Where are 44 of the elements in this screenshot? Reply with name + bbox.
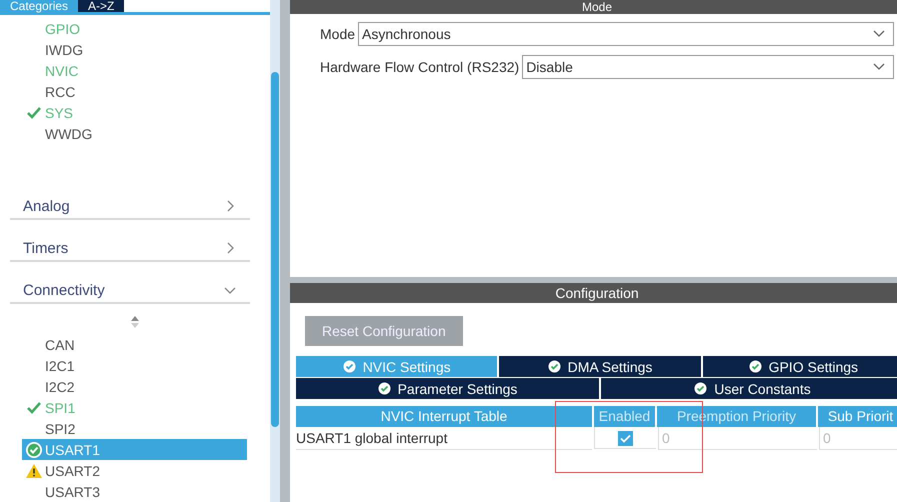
panel-title: Configuration [290,283,897,303]
settings-tab[interactable]: Parameter Settings [296,378,599,399]
peripheral-item[interactable]: I2C2 [22,376,247,398]
column-header: NVIC Interrupt Table [296,406,592,427]
splitter-bar[interactable] [280,0,290,502]
check-circle-icon [378,382,391,395]
check-icon [26,402,40,414]
peripheral-item[interactable]: IWDG [22,39,247,60]
dropdown[interactable]: Asynchronous [358,22,894,46]
settings-tab[interactable]: User Constants [601,378,897,399]
scrollbar-thumb[interactable] [271,72,279,427]
settings-tab[interactable]: GPIO Settings [702,356,897,377]
check-icon [26,106,40,118]
checkbox[interactable] [618,430,633,446]
peripheral-item[interactable]: CAN [22,334,247,356]
category-header[interactable]: Analog [10,194,250,220]
column-header: Sub Priorit [818,406,897,427]
column-header: Enabled [594,406,655,427]
peripheral-item[interactable]: RCC [22,81,247,102]
peripheral-item[interactable]: WWDG [22,123,247,144]
peripheral-item[interactable]: USART3 [22,481,247,502]
check-circle-icon [342,360,356,373]
category-header[interactable]: Timers [10,236,250,262]
field-label: Hardware Flow Control (RS232) [320,59,520,75]
warning-icon [26,464,42,478]
chevron-down-icon [873,63,885,71]
check-circle-icon [24,440,42,459]
sort-icon[interactable] [131,316,139,328]
category-tab[interactable]: A->Z [78,0,124,12]
category-header[interactable]: Connectivity [10,278,250,304]
dropdown[interactable]: Disable [522,55,894,79]
table-cell: 0 [819,427,897,450]
panel-title: Mode [290,0,897,14]
peripheral-item[interactable]: I2C1 [22,355,247,376]
peripheral-item[interactable]: SPI2 [22,418,247,440]
table-cell: USART1 global interrupt [296,427,592,450]
table-cell: 0 [658,427,817,450]
field-label: Mode [320,26,356,42]
peripheral-item[interactable]: USART2 [22,460,247,482]
check-circle-icon [548,360,561,373]
check-circle-icon [694,382,708,395]
check-circle-icon [748,360,762,373]
chevron-down-icon [873,30,885,38]
settings-tab[interactable]: DMA Settings [499,356,701,377]
